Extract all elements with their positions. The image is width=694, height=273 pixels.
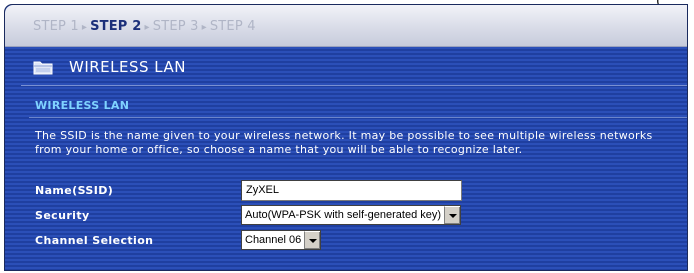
ssid-row: Name(SSID)	[35, 179, 462, 201]
security-select[interactable]: Auto(WPA-PSK with self-generated key)	[241, 205, 462, 225]
channel-label: Channel Selection	[35, 233, 154, 247]
channel-select[interactable]: Channel 06	[241, 230, 322, 250]
chevron-down-icon[interactable]	[444, 206, 461, 224]
step-separator-icon: ▸	[81, 22, 88, 33]
section-divider	[29, 117, 687, 118]
step-bar: STEP 1 ▸ STEP 2 ▸ STEP 3 ▸ STEP 4	[5, 5, 687, 47]
section-heading: WIRELESS LAN	[35, 99, 130, 112]
chevron-down-icon[interactable]	[304, 231, 321, 249]
step-breadcrumb: STEP 1 ▸ STEP 2 ▸ STEP 3 ▸ STEP 4	[33, 19, 256, 34]
folder-icon	[33, 59, 53, 75]
channel-row: Channel Selection Channel 06	[35, 229, 322, 251]
step-1: STEP 1	[33, 19, 79, 34]
title-divider	[21, 85, 687, 86]
section-description: The SSID is the name given to your wirel…	[35, 129, 653, 156]
page-title: WIRELESS LAN	[69, 58, 186, 76]
step-4: STEP 4	[209, 19, 256, 34]
ssid-input[interactable]	[241, 179, 462, 201]
ssid-label: Name(SSID)	[35, 183, 114, 197]
step-separator-icon: ▸	[144, 22, 150, 33]
security-select-value: Auto(WPA-PSK with self-generated key)	[245, 209, 442, 221]
step-2: STEP 2	[90, 19, 142, 34]
page-title-row: WIRELESS LAN	[33, 57, 186, 77]
wizard-panel: STEP 1 ▸ STEP 2 ▸ STEP 3 ▸ STEP 4 WIRELESS LAN…	[4, 4, 688, 271]
step-3: STEP 3	[152, 19, 199, 34]
channel-select-value: Channel 06	[245, 234, 302, 246]
security-row: Security Auto(WPA-PSK with self-generate…	[35, 204, 462, 226]
security-label: Security	[35, 208, 90, 222]
step-separator-icon: ▸	[201, 22, 207, 33]
